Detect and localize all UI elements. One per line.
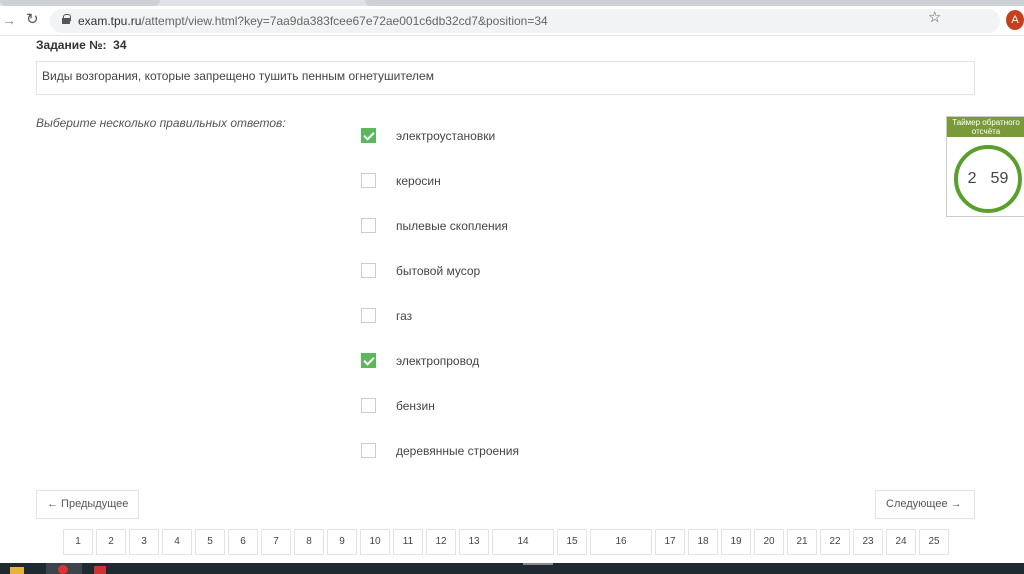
page-button-3[interactable]: 3 xyxy=(129,529,159,555)
option-label: бензин xyxy=(396,398,435,413)
pagination: 1 2 3 4 5 6 7 8 9 10 11 12 13 14 15 16 17 18 19 20 21 22 23 24 2… xyxy=(63,529,949,555)
checkbox[interactable] xyxy=(361,263,376,278)
page-button-23[interactable]: 23 xyxy=(853,529,883,555)
question-number-value: 34 xyxy=(113,38,127,52)
page-button-21[interactable]: 21 xyxy=(787,529,817,555)
option-label: керосин xyxy=(396,173,441,188)
page-button-2[interactable]: 2 xyxy=(96,529,126,555)
answer-option[interactable]: керосин xyxy=(361,173,441,188)
lock-icon xyxy=(62,14,71,24)
answer-option[interactable]: бытовой мусор xyxy=(361,263,480,278)
address-bar[interactable]: exam.tpu.ru/attempt/view.html?key=7aa9da… xyxy=(50,9,1000,33)
option-label: электропровод xyxy=(396,353,480,368)
option-label: электроустановки xyxy=(396,128,496,143)
option-label: газ xyxy=(396,308,413,323)
checkbox[interactable] xyxy=(361,398,376,413)
checkbox[interactable] xyxy=(361,173,376,188)
countdown-timer: Таймер обратного отсчёта 2 59 xyxy=(946,116,1024,217)
timer-title: Таймер обратного отсчёта xyxy=(947,117,1024,137)
checkbox[interactable] xyxy=(361,353,376,368)
option-label: пылевые скопления xyxy=(396,218,508,233)
answer-option[interactable]: бензин xyxy=(361,398,435,413)
page-button-22[interactable]: 22 xyxy=(820,529,850,555)
url-path: /attempt/view.html?key=7aa9da383fcee67e7… xyxy=(141,14,548,28)
answer-option[interactable]: деревянные строения xyxy=(361,443,519,458)
page-button-6[interactable]: 6 xyxy=(228,529,258,555)
previous-button[interactable]: ← Предыдущее xyxy=(36,490,140,519)
app-icon[interactable] xyxy=(94,566,106,574)
answer-option[interactable]: электроустановки xyxy=(361,128,495,143)
page-button-25[interactable]: 25 xyxy=(919,529,949,555)
page-button-15[interactable]: 15 xyxy=(557,529,587,555)
question-label: Задание №: xyxy=(36,38,107,52)
folder-icon[interactable] xyxy=(10,567,24,574)
browser-toolbar: → ↻ exam.tpu.ru/attempt/view.html?key=7a… xyxy=(0,6,1024,36)
taskbar-indicator xyxy=(523,563,553,565)
option-label: деревянные строения xyxy=(396,443,519,458)
forward-icon[interactable]: → xyxy=(2,12,16,28)
page-button-8[interactable]: 8 xyxy=(294,529,324,555)
timer-seconds: 59 xyxy=(990,170,1009,187)
checkbox[interactable] xyxy=(361,128,376,143)
question-number: Задание №: 34 xyxy=(36,38,127,52)
answer-option[interactable]: пылевые скопления xyxy=(361,218,508,233)
checkbox[interactable] xyxy=(361,443,376,458)
timer-ring: 2 59 xyxy=(954,145,1022,213)
answer-option[interactable]: электропровод xyxy=(361,353,479,368)
page-button-11[interactable]: 11 xyxy=(393,529,423,555)
page-button-12[interactable]: 12 xyxy=(426,529,456,555)
next-button[interactable]: Следующее → xyxy=(875,490,975,519)
page-button-10[interactable]: 10 xyxy=(360,529,390,555)
url-host: exam.tpu.ru xyxy=(78,14,142,28)
profile-avatar[interactable]: A xyxy=(1006,10,1024,30)
page-button-1[interactable]: 1 xyxy=(63,529,93,555)
reload-icon[interactable]: ↻ xyxy=(26,10,39,28)
url-text: exam.tpu.ru/attempt/view.html?key=7aa9da… xyxy=(78,14,548,28)
checkbox[interactable] xyxy=(361,218,376,233)
page-button-9[interactable]: 9 xyxy=(327,529,357,555)
answer-option[interactable]: газ xyxy=(361,308,412,323)
bookmark-star-icon[interactable]: ☆ xyxy=(928,8,941,26)
chrome-icon[interactable] xyxy=(46,563,82,574)
page-button-14[interactable]: 14 xyxy=(492,529,554,555)
page-button-4[interactable]: 4 xyxy=(162,529,192,555)
page-button-20[interactable]: 20 xyxy=(754,529,784,555)
page-button-24[interactable]: 24 xyxy=(886,529,916,555)
page-button-18[interactable]: 18 xyxy=(688,529,718,555)
taskbar xyxy=(0,563,1024,574)
page-button-16[interactable]: 16 xyxy=(590,529,652,555)
page-button-17[interactable]: 17 xyxy=(655,529,685,555)
question-text: Виды возгорания, которые запрещено тушит… xyxy=(36,61,975,95)
option-label: бытовой мусор xyxy=(396,263,481,278)
page-button-19[interactable]: 19 xyxy=(721,529,751,555)
checkbox[interactable] xyxy=(361,308,376,323)
instruction-text: Выберите несколько правильных ответов: xyxy=(36,116,286,130)
page-button-13[interactable]: 13 xyxy=(459,529,489,555)
timer-minutes: 2 xyxy=(967,170,977,187)
page-button-7[interactable]: 7 xyxy=(261,529,291,555)
page-button-5[interactable]: 5 xyxy=(195,529,225,555)
